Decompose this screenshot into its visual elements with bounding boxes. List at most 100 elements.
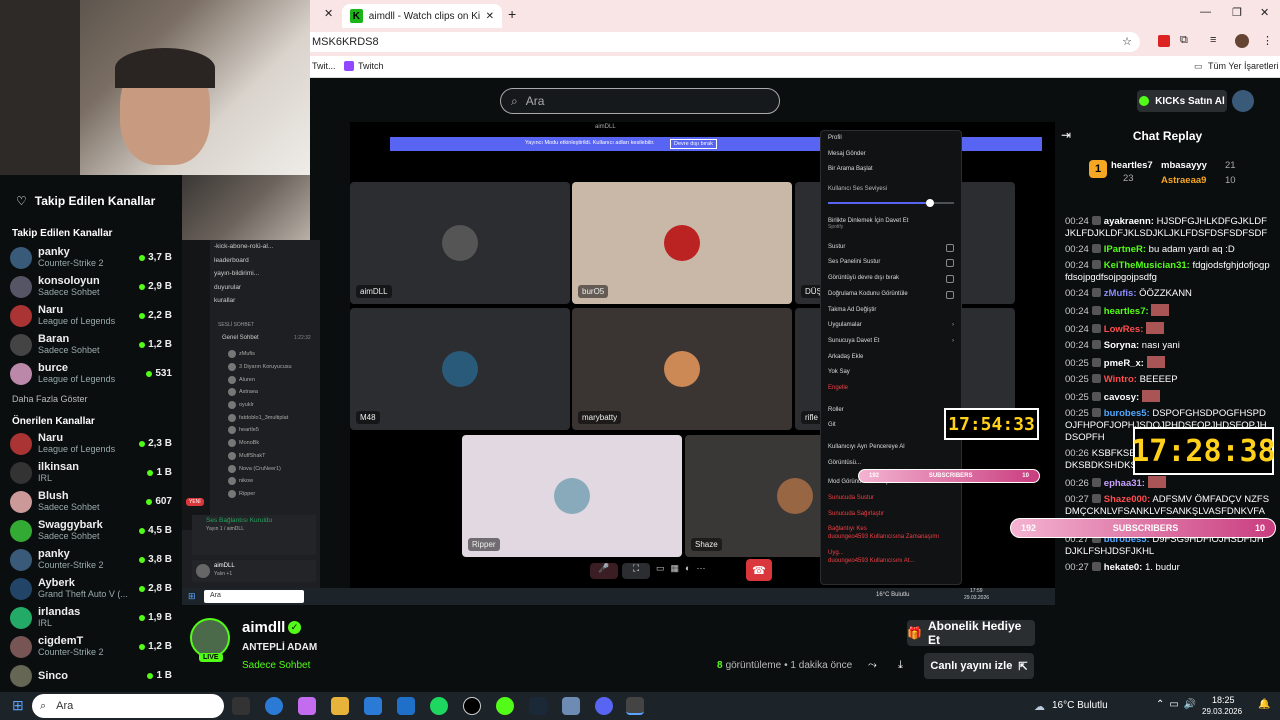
discord-icon[interactable] bbox=[595, 697, 613, 715]
show-more-link[interactable]: Daha Fazla Göster bbox=[0, 388, 182, 410]
channel-avatar[interactable] bbox=[190, 618, 230, 658]
ctx-item[interactable]: duoungeo4593 Kullanıcısına Zamanaşımı Uy… bbox=[821, 534, 961, 556]
search-input[interactable]: ⌕ Ara bbox=[500, 88, 780, 114]
channel-row[interactable]: Naru League of Legends 2,3 B bbox=[0, 429, 182, 458]
ctx-checkbox[interactable] bbox=[946, 259, 954, 268]
channel-row[interactable]: Swaggybark Sadece Sohbet 4,5 B bbox=[0, 516, 182, 545]
channel-row[interactable]: cigdemT Counter-Strike 2 1,2 B bbox=[0, 632, 182, 661]
video-tile[interactable]: burO5 bbox=[572, 182, 792, 304]
ctx-item[interactable]: Roller bbox=[821, 403, 961, 419]
chat-username[interactable]: ephaa31: bbox=[1104, 478, 1145, 489]
queue-icon[interactable]: ≡ bbox=[1210, 34, 1216, 46]
channel-row[interactable]: panky Counter-Strike 2 3,7 B bbox=[0, 243, 182, 272]
minimize-icon[interactable]: — bbox=[1200, 6, 1211, 18]
spotify-icon[interactable] bbox=[430, 697, 448, 715]
voice-member[interactable]: fatdoblo1_3multiplat bbox=[228, 411, 318, 424]
new-tab-icon[interactable]: + bbox=[508, 6, 516, 22]
steam-icon[interactable] bbox=[529, 697, 547, 715]
bookmark-star-icon[interactable]: ☆ bbox=[1122, 35, 1132, 48]
ctx-item[interactable]: Doğrulama Kodunu Görüntüle bbox=[821, 287, 961, 303]
channel-row[interactable]: panky Counter-Strike 2 3,8 B bbox=[0, 545, 182, 574]
ctx-item[interactable]: Sustur bbox=[821, 240, 961, 256]
banner-disable-button[interactable]: Devre dışı bırak bbox=[670, 139, 717, 149]
ctx-item[interactable]: Sunucuda Sustur bbox=[821, 491, 961, 507]
share-icon[interactable]: ⤳ bbox=[868, 659, 877, 672]
ctx-listen[interactable]: Birlikte Dinlemek İçin Davet Et Spotify bbox=[821, 208, 961, 234]
sidebar-header[interactable]: ♡ Takip Edilen Kanallar bbox=[0, 175, 182, 220]
stream-category[interactable]: Sadece Sohbet bbox=[242, 660, 310, 671]
copilot-icon[interactable] bbox=[298, 697, 316, 715]
chat-collapse-icon[interactable]: ⇥ bbox=[1061, 128, 1071, 142]
voice-member[interactable]: zMufis bbox=[228, 348, 318, 361]
watch-live-button[interactable]: Canlı yayını izle ⇱ bbox=[924, 653, 1034, 679]
chat-username[interactable]: pmeR_x: bbox=[1104, 358, 1144, 369]
ctx-item[interactable]: Sunucuya Davet Et › bbox=[821, 334, 961, 350]
mail-icon[interactable] bbox=[397, 697, 415, 715]
close-tab-icon[interactable]: ✕ bbox=[486, 11, 494, 22]
tray-icons[interactable]: ⌃▭🔊 bbox=[1156, 699, 1201, 710]
discord-channel[interactable]: yayın-bildirimi... bbox=[214, 267, 318, 281]
chat-username[interactable]: LowRes: bbox=[1104, 324, 1144, 335]
ctx-checkbox[interactable] bbox=[946, 290, 954, 299]
channel-row[interactable]: Blush Sadece Sohbet 607 bbox=[0, 487, 182, 516]
channel-row[interactable]: irlandas IRL 1,9 B bbox=[0, 603, 182, 632]
voice-member[interactable]: Nova (CruNeer1) bbox=[228, 462, 318, 475]
gift-subscription-button[interactable]: 🎁 Abonelik Hediye Et bbox=[907, 619, 1035, 647]
ctx-checkbox[interactable] bbox=[946, 274, 954, 283]
kicks-buy-button[interactable]: KICKs Satın Al bbox=[1137, 90, 1227, 112]
voice-member[interactable]: Ripper bbox=[228, 488, 318, 501]
inner-search-input[interactable]: Ara bbox=[204, 590, 304, 603]
ctx-item[interactable]: Kullanıcıyı Ayrı Pencereye Al bbox=[821, 440, 961, 456]
menu-kebab-icon[interactable]: ⋮ bbox=[1262, 34, 1273, 47]
voice-member[interactable]: nikow bbox=[228, 475, 318, 488]
ctx-item[interactable]: Arkadaş Ekle bbox=[821, 350, 961, 366]
ctx-item[interactable]: Ses Panelini Sustur bbox=[821, 255, 961, 271]
ctx-item[interactable]: Uygulamalar › bbox=[821, 318, 961, 334]
voice-member[interactable]: heartle5 bbox=[228, 424, 318, 437]
ctx-item[interactable]: Git bbox=[821, 418, 961, 434]
ctx-item[interactable]: Profil bbox=[821, 131, 961, 147]
ctx-item[interactable]: Görüntüyü devre dışı bırak bbox=[821, 271, 961, 287]
channel-row[interactable]: Sinco 1 B bbox=[0, 661, 182, 690]
browser-tab-active[interactable]: K aimdll - Watch clips on Kick ✕ bbox=[342, 4, 502, 28]
voice-channel[interactable]: Genel Sohbet bbox=[222, 335, 259, 341]
video-tile[interactable]: M48 bbox=[350, 308, 570, 430]
channel-row[interactable]: burce League of Legends 531 bbox=[0, 359, 182, 388]
chat-username[interactable]: zMufis: bbox=[1104, 288, 1137, 299]
chat-username[interactable]: cavosy: bbox=[1104, 392, 1139, 403]
edge-icon[interactable] bbox=[265, 697, 283, 715]
camera-button[interactable]: ⛶ bbox=[622, 563, 650, 579]
maximize-icon[interactable]: ❐ bbox=[1232, 6, 1242, 19]
extension-icon[interactable] bbox=[1158, 35, 1170, 47]
obs-icon[interactable] bbox=[463, 697, 481, 715]
ctx-checkbox[interactable] bbox=[946, 243, 954, 252]
chat-username[interactable]: hekate0: bbox=[1104, 562, 1143, 573]
chat-username[interactable]: Wintro: bbox=[1104, 374, 1137, 385]
volume-slider[interactable] bbox=[828, 198, 954, 208]
channel-name[interactable]: aimdll bbox=[242, 619, 285, 636]
extensions-puzzle-icon[interactable]: ⧉ bbox=[1180, 34, 1188, 47]
voice-member[interactable]: Astraea bbox=[228, 386, 318, 399]
inner-windows-icon[interactable]: ⊞ bbox=[188, 591, 196, 602]
channel-row[interactable]: Naru League of Legends 2,2 B bbox=[0, 301, 182, 330]
url-field[interactable]: MSK6KRDS8 ☆ bbox=[310, 32, 1140, 52]
discord-channel[interactable]: duyurular bbox=[214, 281, 318, 295]
user-avatar[interactable] bbox=[1232, 90, 1254, 112]
voice-member[interactable]: MonoBk bbox=[228, 437, 318, 450]
all-bookmarks[interactable]: Tüm Yer İşaretleri bbox=[1208, 61, 1279, 71]
ctx-item[interactable]: Bir Arama Başlat bbox=[821, 162, 961, 178]
taskbar-weather[interactable]: 16°C Bulutlu bbox=[1052, 700, 1108, 711]
chat-username[interactable]: heartles7: bbox=[1104, 306, 1149, 317]
ctx-item[interactable]: Sunucuda Sağırlaştır bbox=[821, 507, 961, 523]
task-view-icon[interactable] bbox=[232, 697, 250, 715]
profile-avatar[interactable] bbox=[1235, 34, 1249, 48]
chat-username[interactable]: ayakraenn: bbox=[1104, 216, 1154, 227]
ctx-item[interactable]: Engelle bbox=[821, 381, 961, 397]
voice-member[interactable]: oyuklr bbox=[228, 399, 318, 412]
chat-username[interactable]: burobes5: bbox=[1104, 408, 1150, 419]
chat-username[interactable]: KeiTheMusician31: bbox=[1104, 260, 1190, 271]
channel-row[interactable]: Baran Sadece Sohbet 1,2 B bbox=[0, 330, 182, 359]
ctx-item[interactable]: Yok Say bbox=[821, 365, 961, 381]
kick-app-icon[interactable] bbox=[496, 697, 514, 715]
chat-username[interactable]: IPartneR: bbox=[1104, 244, 1146, 255]
